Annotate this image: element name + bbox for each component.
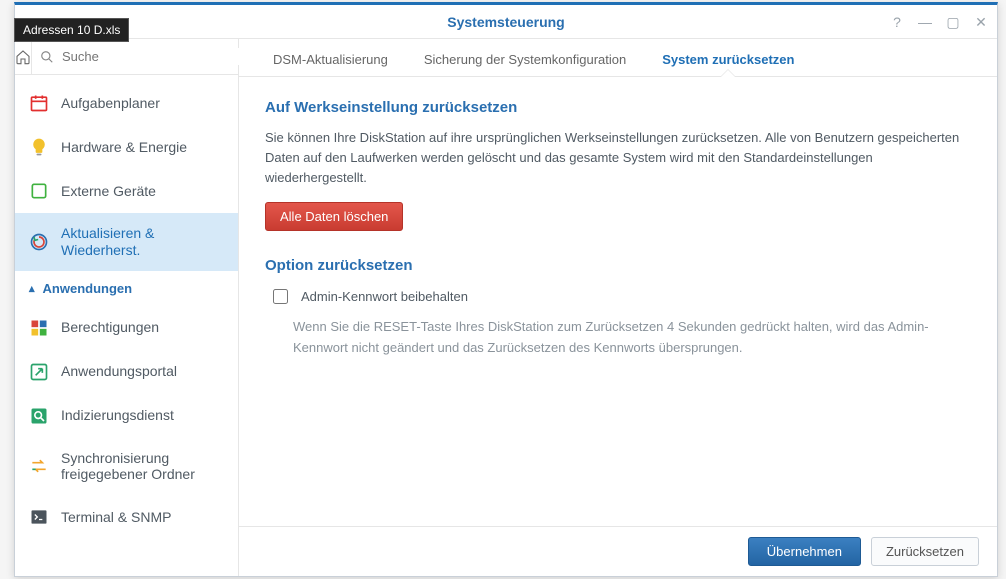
tabs: DSM-Aktualisierung Sicherung der Systemk… bbox=[239, 39, 997, 77]
sidebar-item-label: Aktualisieren & Wiederherst. bbox=[61, 225, 224, 259]
sidebar-item-terminal[interactable]: Terminal & SNMP bbox=[15, 495, 238, 539]
sidebar-item-label: Hardware & Energie bbox=[61, 139, 187, 156]
bulb-icon bbox=[29, 137, 49, 157]
eject-icon bbox=[29, 181, 49, 201]
calendar-icon bbox=[29, 93, 49, 113]
sidebar-item-label: Indizierungsdienst bbox=[61, 407, 174, 424]
keep-admin-password-option[interactable]: Admin-Kennwort beibehalten bbox=[269, 286, 971, 307]
sidebar-item-hardware[interactable]: Hardware & Energie bbox=[15, 125, 238, 169]
permissions-icon bbox=[29, 318, 49, 338]
sidebar-list: Aufgabenplaner Hardware & Energie Extern… bbox=[15, 75, 238, 576]
tab-config-backup[interactable]: Sicherung der Systemkonfiguration bbox=[406, 42, 644, 76]
chevron-up-icon: ▴ bbox=[29, 282, 35, 295]
sidebar-item-scheduler[interactable]: Aufgabenplaner bbox=[15, 81, 238, 125]
restore-icon bbox=[29, 232, 49, 252]
sidebar-top bbox=[15, 39, 238, 75]
tab-system-reset[interactable]: System zurücksetzen bbox=[644, 42, 812, 76]
home-icon bbox=[15, 49, 31, 65]
sidebar-item-label: Berechtigungen bbox=[61, 319, 159, 336]
help-button[interactable]: ? bbox=[889, 14, 905, 30]
window-title: Systemsteuerung bbox=[447, 14, 564, 30]
checkbox-label: Admin-Kennwort beibehalten bbox=[301, 289, 468, 304]
window-controls: ? — ▢ ✕ bbox=[889, 5, 989, 39]
factory-reset-desc: Sie können Ihre DiskStation auf ihre urs… bbox=[265, 128, 971, 188]
reset-option-title: Option zurücksetzen bbox=[265, 257, 971, 274]
search-wrap bbox=[32, 39, 248, 74]
control-panel-window: Systemsteuerung ? — ▢ ✕ bbox=[14, 2, 998, 577]
sidebar-item-label: Anwendungsportal bbox=[61, 363, 177, 380]
sidebar-item-permissions[interactable]: Berechtigungen bbox=[15, 306, 238, 350]
factory-reset-title: Auf Werkseinstellung zurücksetzen bbox=[265, 99, 971, 116]
search-icon bbox=[40, 50, 54, 64]
reset-hint: Wenn Sie die RESET-Taste Ihres DiskStati… bbox=[265, 317, 971, 359]
footer: Übernehmen Zurücksetzen bbox=[239, 526, 997, 576]
search-input[interactable] bbox=[60, 48, 240, 65]
maximize-button[interactable]: ▢ bbox=[945, 14, 961, 30]
sidebar-item-label: Synchronisierung freigegebener Ordner bbox=[61, 450, 224, 484]
sidebar-item-label: Aufgabenplaner bbox=[61, 95, 160, 112]
keep-admin-password-checkbox[interactable] bbox=[273, 289, 288, 304]
sidebar: Aufgabenplaner Hardware & Energie Extern… bbox=[15, 39, 239, 576]
sidebar-item-update-restore[interactable]: Aktualisieren & Wiederherst. bbox=[15, 213, 238, 271]
sidebar-item-label: Terminal & SNMP bbox=[61, 509, 171, 526]
sync-icon bbox=[29, 456, 49, 476]
minimize-button[interactable]: — bbox=[917, 14, 933, 30]
apply-button[interactable]: Übernehmen bbox=[748, 537, 861, 566]
sidebar-item-shared-sync[interactable]: Synchronisierung freigegebener Ordner bbox=[15, 438, 238, 496]
portal-icon bbox=[29, 362, 49, 382]
home-button[interactable] bbox=[15, 39, 32, 74]
window-body: Aufgabenplaner Hardware & Energie Extern… bbox=[15, 39, 997, 576]
file-tooltip: Adressen 10 D.xls bbox=[14, 18, 129, 42]
titlebar: Systemsteuerung ? — ▢ ✕ bbox=[15, 5, 997, 39]
sidebar-item-external[interactable]: Externe Geräte bbox=[15, 169, 238, 213]
sidebar-item-app-portal[interactable]: Anwendungsportal bbox=[15, 350, 238, 394]
tab-dsm-update[interactable]: DSM-Aktualisierung bbox=[255, 42, 406, 76]
content: DSM-Aktualisierung Sicherung der Systemk… bbox=[239, 39, 997, 576]
close-button[interactable]: ✕ bbox=[973, 14, 989, 30]
sidebar-group-apps[interactable]: ▴ Anwendungen bbox=[15, 271, 238, 306]
reset-button[interactable]: Zurücksetzen bbox=[871, 537, 979, 566]
sidebar-item-indexing[interactable]: Indizierungsdienst bbox=[15, 394, 238, 438]
sidebar-group-label: Anwendungen bbox=[43, 281, 133, 296]
terminal-icon bbox=[29, 507, 49, 527]
reset-panel: Auf Werkseinstellung zurücksetzen Sie kö… bbox=[239, 77, 997, 526]
sidebar-item-label: Externe Geräte bbox=[61, 183, 156, 200]
index-icon bbox=[29, 406, 49, 426]
erase-all-button[interactable]: Alle Daten löschen bbox=[265, 202, 403, 231]
